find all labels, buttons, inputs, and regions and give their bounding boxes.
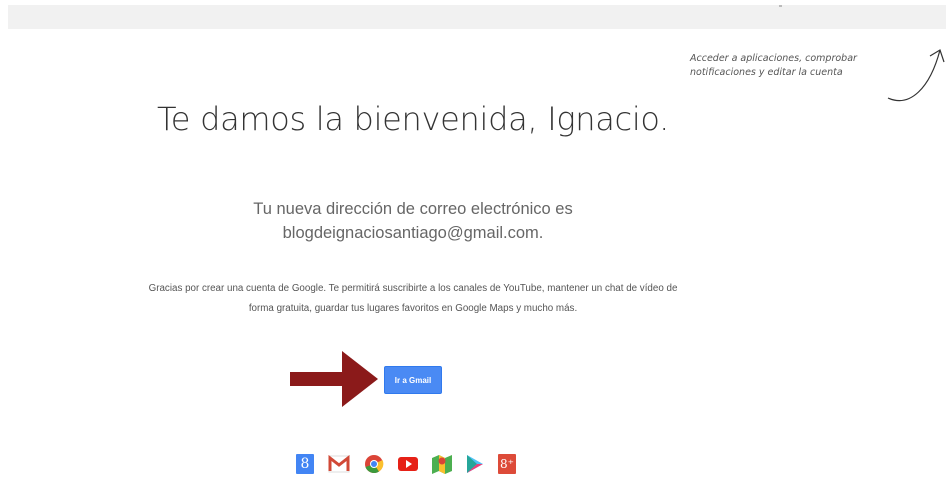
go-to-gmail-button[interactable]: Ir a Gmail [384,366,442,394]
youtube-icon[interactable] [398,455,418,473]
top-bar-marker [779,5,782,7]
gmail-icon[interactable] [328,455,350,473]
google-apps-row: 8 8⁺ [296,452,516,476]
new-email-text: Tu nueva dirección de correo electrónico… [0,197,826,245]
maps-icon[interactable] [432,454,452,474]
account-benefits-text: Gracias por crear una cuenta de Google. … [148,283,678,314]
play-store-icon[interactable] [466,454,484,474]
chrome-icon[interactable] [364,454,384,474]
red-pointer-arrow-icon [290,351,378,407]
hint-arrow-icon [887,49,945,102]
account-hint-text: Acceder a aplicaciones, comprobar notifi… [690,53,857,78]
top-bar [8,5,946,29]
new-email-intro: Tu nueva dirección de correo electrónico… [253,200,573,218]
welcome-title: Te damos la bienvenida, Ignacio. [157,100,669,138]
google-search-icon[interactable]: 8 [296,454,314,474]
google-plus-icon[interactable]: 8⁺ [498,454,516,474]
new-email-address: blogdeignaciosantiago@gmail.com. [282,224,544,242]
